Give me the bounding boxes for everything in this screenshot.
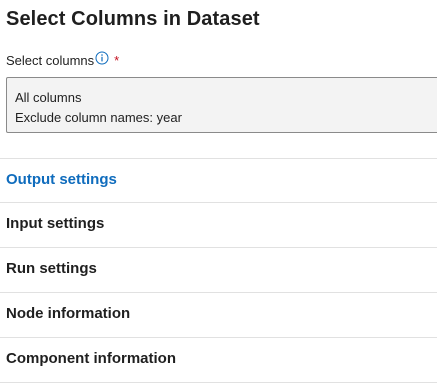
section-label: Run settings	[6, 260, 97, 277]
bottom-divider	[0, 382, 437, 383]
section-run-settings[interactable]: Run settings	[0, 247, 437, 292]
excluded-columns-line: Exclude column names: year	[15, 110, 182, 125]
info-icon[interactable]	[95, 51, 109, 65]
panel-title: Select Columns in Dataset	[6, 8, 260, 30]
section-component-information[interactable]: Component information	[0, 337, 437, 382]
select-columns-label-row: Select columns *	[6, 51, 120, 70]
required-mark: *	[114, 53, 120, 68]
section-node-information[interactable]: Node information	[0, 292, 437, 337]
selected-columns-line: All columns	[15, 90, 82, 105]
section-output-settings[interactable]: Output settings	[0, 158, 437, 203]
select-columns-field[interactable]: All columns Exclude column names: year	[6, 77, 437, 133]
section-label: Component information	[6, 350, 176, 367]
select-columns-label: Select columns	[6, 53, 95, 68]
section-label: Output settings	[6, 171, 117, 188]
section-label: Node information	[6, 305, 131, 322]
section-label: Input settings	[6, 215, 105, 232]
section-input-settings[interactable]: Input settings	[0, 202, 437, 247]
